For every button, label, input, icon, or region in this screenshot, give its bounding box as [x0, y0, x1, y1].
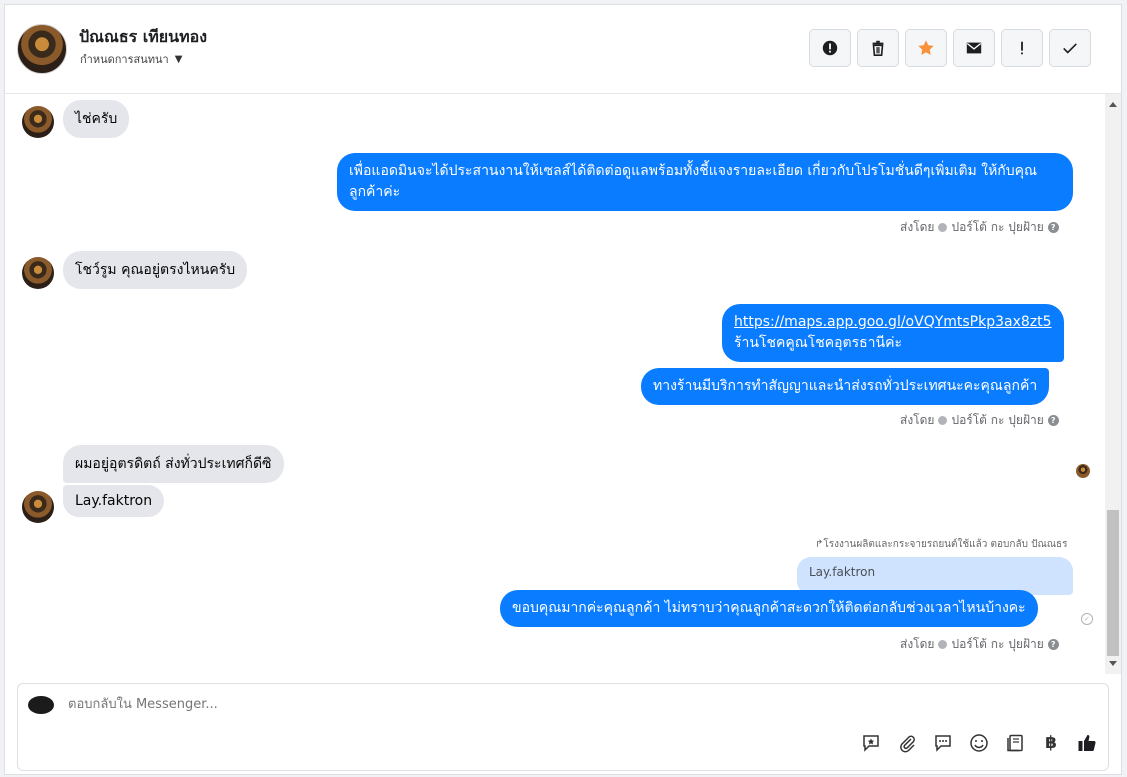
sent-by-info: ส่งโดย ปอร์โต้ กะ ปุยฝ้าย ?	[900, 411, 1059, 430]
sender-avatar[interactable]	[22, 257, 54, 289]
sent-by-agent: ปอร์โต้ กะ ปุยฝ้าย	[951, 413, 1044, 427]
sent-by-agent: ปอร์โต้ กะ ปุยฝ้าย	[951, 637, 1044, 651]
attach-button[interactable]	[896, 732, 918, 754]
saved-reply-button[interactable]	[860, 732, 882, 754]
message-input[interactable]	[66, 696, 1070, 713]
conversation-header: ปัณณธร เทียนทอง กำหนดการสนทนา ▼	[5, 5, 1121, 94]
sent-by-label: ส่งโดย	[900, 637, 935, 651]
delivered-icon: ✓	[1081, 613, 1093, 625]
shop-name-text: ร้านโชคคูณโชคอุตรธานีค่ะ	[734, 335, 902, 351]
assign-label: กำหนดการสนทนา	[80, 53, 169, 66]
message-thread[interactable]: ไช่ครับ เพื่อแอดมินจะได้ประสานงานให้เซลส…	[5, 94, 1105, 674]
paperclip-icon	[900, 735, 915, 753]
sender-avatar[interactable]	[22, 491, 54, 523]
sent-by-agent: ปอร์โต้ กะ ปุยฝ้าย	[951, 220, 1044, 234]
scrollbar[interactable]	[1105, 94, 1121, 674]
smiley-icon	[970, 734, 988, 752]
done-icon	[1063, 43, 1077, 54]
help-icon[interactable]: ?	[1047, 415, 1059, 426]
saved-reply-icon	[863, 735, 879, 752]
contact-name[interactable]: ปัณณธร เทียนทอง	[79, 25, 207, 50]
sent-by-info: ส่งโดย ปอร์โต้ กะ ปุยฝ้าย ?	[900, 218, 1059, 237]
mark-spam-button[interactable]	[809, 29, 851, 67]
incoming-message[interactable]: ไช่ครับ	[63, 100, 130, 138]
sent-by-label: ส่งโดย	[900, 220, 935, 234]
incoming-message[interactable]: Lay.faktron	[63, 485, 165, 517]
help-icon[interactable]: ?	[1047, 639, 1059, 650]
sent-by-label: ส่งโดย	[900, 413, 935, 427]
mark-important-button[interactable]	[1001, 29, 1043, 67]
catalog-button[interactable]	[1004, 732, 1026, 754]
delete-button[interactable]	[857, 29, 899, 67]
sent-by-info: ส่งโดย ปอร์โต้ กะ ปุยฝ้าย ?	[900, 635, 1059, 654]
spam-icon	[822, 40, 838, 56]
incoming-message[interactable]: โชว์รูม คุณอยู่ตรงไหนครับ	[63, 251, 248, 289]
header-actions	[809, 29, 1091, 67]
book-icon	[1007, 734, 1023, 752]
quick-reply-button[interactable]	[932, 732, 954, 754]
outgoing-message[interactable]: https://maps.app.goo.gl/oVQYmtsPkp3ax8zt…	[722, 304, 1064, 362]
incoming-message[interactable]: ผมอยู่อุตรดิตถ์ ส่งทั่วประเทศก็ดีซิ	[63, 445, 284, 483]
trash-icon	[872, 40, 884, 57]
outgoing-message[interactable]: ขอบคุณมากค่ะคุณลูกค้า ไม่ทราบว่าคุณลูกค้…	[500, 590, 1038, 627]
reply-composer: ฿	[17, 683, 1109, 771]
thumbs-up-icon	[1078, 735, 1096, 751]
scroll-down-arrow[interactable]	[1109, 661, 1117, 666]
composer-toolbar: ฿	[860, 732, 1098, 754]
chat-bubble-icon	[935, 735, 951, 752]
assign-conversation-dropdown[interactable]: กำหนดการสนทนา ▼	[80, 50, 182, 68]
sender-avatar[interactable]	[22, 106, 54, 138]
mark-unread-button[interactable]	[953, 29, 995, 67]
agent-status-icon	[938, 223, 948, 232]
like-button[interactable]	[1076, 732, 1098, 754]
star-icon	[918, 40, 934, 55]
agent-status-icon	[938, 640, 948, 649]
messenger-window: ปัณณธร เทียนทอง กำหนดการสนทนา ▼ ไช่ครับ …	[4, 4, 1122, 775]
outgoing-message[interactable]: ทางร้านมีบริการทำสัญญาและนำส่งรถทั่วประเ…	[641, 368, 1050, 405]
star-button[interactable]	[905, 29, 947, 67]
emoji-button[interactable]	[968, 732, 990, 754]
reply-note: ↱โรงงานผลิตและกระจายรถยนต์ใช้แล้ว ตอบกลั…	[815, 539, 1068, 550]
mark-done-button[interactable]	[1049, 29, 1091, 67]
help-icon[interactable]: ?	[1047, 222, 1059, 233]
payment-button[interactable]: ฿	[1040, 732, 1062, 754]
seen-avatar	[1076, 464, 1090, 478]
agent-status-icon	[938, 416, 948, 425]
page-avatar	[28, 696, 54, 714]
mail-icon	[966, 42, 982, 54]
caret-down-icon: ▼	[174, 53, 183, 65]
scroll-up-arrow[interactable]	[1109, 102, 1117, 107]
contact-avatar[interactable]	[17, 24, 67, 74]
outgoing-message[interactable]: เพื่อแอดมินจะได้ประสานงานให้เซลส์ได้ติดต…	[337, 153, 1073, 211]
important-icon	[1021, 41, 1023, 55]
scroll-thumb[interactable]	[1107, 510, 1119, 656]
map-link[interactable]: https://maps.app.goo.gl/oVQYmtsPkp3ax8zt…	[734, 314, 1052, 330]
